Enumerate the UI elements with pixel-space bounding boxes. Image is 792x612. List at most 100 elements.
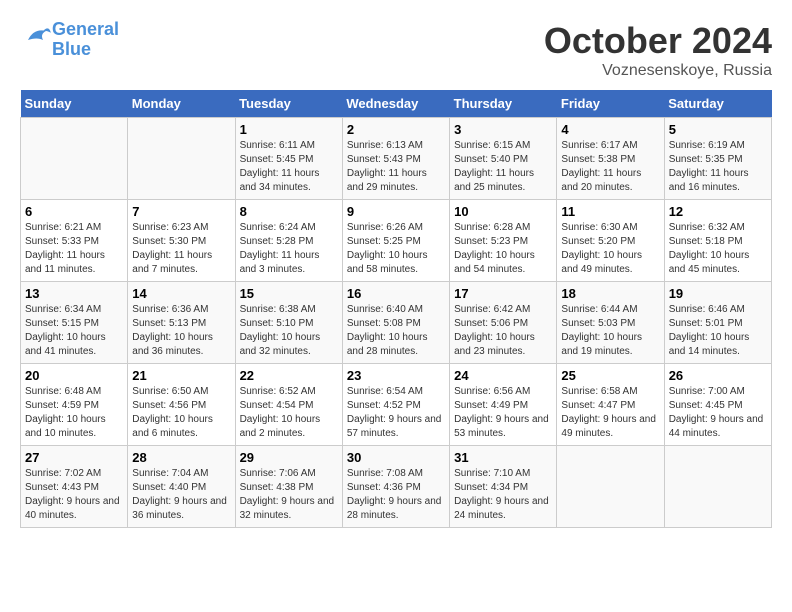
- calendar-cell: 10 Sunrise: 6:28 AMSunset: 5:23 PMDayligh…: [450, 200, 557, 282]
- calendar-cell: 14 Sunrise: 6:36 AMSunset: 5:13 PMDayligh…: [128, 282, 235, 364]
- day-number: 1: [240, 122, 338, 137]
- calendar-cell: 31Sunrise: 7:10 AMSunset: 4:34 PMDayligh…: [450, 446, 557, 528]
- calendar-row-4: 27Sunrise: 7:02 AMSunset: 4:43 PMDayligh…: [21, 446, 772, 528]
- day-info: Sunrise: 7:06 AMSunset: 4:38 PMDaylight:…: [240, 467, 338, 523]
- logo-text: General Blue: [52, 20, 119, 60]
- day-number: 25: [561, 368, 659, 383]
- calendar-cell: [21, 118, 128, 200]
- day-number: 27: [25, 450, 123, 465]
- day-info: Sunrise: 6:38 AMSunset: 5:10 PMDaylight:…: [240, 303, 338, 359]
- day-info: Sunrise: 6:24 AMSunset: 5:28 PMDaylight:…: [240, 221, 338, 277]
- header-sunday: Sunday: [21, 90, 128, 118]
- calendar-header-row: SundayMondayTuesdayWednesdayThursdayFrid…: [21, 90, 772, 118]
- day-info: Sunrise: 6:17 AMSunset: 5:38 PMDaylight:…: [561, 139, 659, 195]
- calendar-row-3: 20 Sunrise: 6:48 AMSunset: 4:59 PMDayligh…: [21, 364, 772, 446]
- calendar-cell: [128, 118, 235, 200]
- day-number: 19: [669, 286, 767, 301]
- calendar-cell: 9Sunrise: 6:26 AMSunset: 5:25 PMDaylight…: [342, 200, 449, 282]
- day-info: Sunrise: 6:28 AMSunset: 5:23 PMDaylight:…: [454, 221, 552, 277]
- calendar-cell: 11 Sunrise: 6:30 AMSunset: 5:20 PMDayligh…: [557, 200, 664, 282]
- day-info: Sunrise: 6:30 AMSunset: 5:20 PMDaylight:…: [561, 221, 659, 277]
- day-number: 15: [240, 286, 338, 301]
- day-number: 16: [347, 286, 445, 301]
- calendar-table: SundayMondayTuesdayWednesdayThursdayFrid…: [20, 90, 772, 528]
- header-tuesday: Tuesday: [235, 90, 342, 118]
- day-number: 9: [347, 204, 445, 219]
- calendar-cell: 4 Sunrise: 6:17 AMSunset: 5:38 PMDaylight…: [557, 118, 664, 200]
- day-number: 14: [132, 286, 230, 301]
- day-number: 28: [132, 450, 230, 465]
- calendar-cell: 2 Sunrise: 6:13 AMSunset: 5:43 PMDaylight…: [342, 118, 449, 200]
- day-info: Sunrise: 6:50 AMSunset: 4:56 PMDaylight:…: [132, 385, 230, 441]
- header-wednesday: Wednesday: [342, 90, 449, 118]
- calendar-cell: [664, 446, 771, 528]
- day-number: 10: [454, 204, 552, 219]
- day-number: 18: [561, 286, 659, 301]
- calendar-row-2: 13Sunrise: 6:34 AMSunset: 5:15 PMDayligh…: [21, 282, 772, 364]
- day-info: Sunrise: 6:56 AMSunset: 4:49 PMDaylight:…: [454, 385, 552, 441]
- calendar-cell: 7 Sunrise: 6:23 AMSunset: 5:30 PMDaylight…: [128, 200, 235, 282]
- day-number: 5: [669, 122, 767, 137]
- day-info: Sunrise: 6:40 AMSunset: 5:08 PMDaylight:…: [347, 303, 445, 359]
- calendar-cell: 19 Sunrise: 6:46 AMSunset: 5:01 PMDayligh…: [664, 282, 771, 364]
- calendar-cell: [557, 446, 664, 528]
- calendar-cell: 16 Sunrise: 6:40 AMSunset: 5:08 PMDayligh…: [342, 282, 449, 364]
- day-info: Sunrise: 6:48 AMSunset: 4:59 PMDaylight:…: [25, 385, 123, 441]
- day-info: Sunrise: 6:44 AMSunset: 5:03 PMDaylight:…: [561, 303, 659, 359]
- calendar-cell: 30Sunrise: 7:08 AMSunset: 4:36 PMDayligh…: [342, 446, 449, 528]
- day-info: Sunrise: 6:54 AMSunset: 4:52 PMDaylight:…: [347, 385, 445, 441]
- calendar-cell: 6 Sunrise: 6:21 AMSunset: 5:33 PMDaylight…: [21, 200, 128, 282]
- day-number: 6: [25, 204, 123, 219]
- location: Voznesenskoye, Russia: [544, 62, 772, 80]
- day-number: 23: [347, 368, 445, 383]
- title-block: October 2024 Voznesenskoye, Russia: [544, 20, 772, 80]
- day-number: 4: [561, 122, 659, 137]
- month-title: October 2024: [544, 20, 772, 62]
- day-number: 12: [669, 204, 767, 219]
- calendar-row-0: 1Sunrise: 6:11 AMSunset: 5:45 PMDaylight…: [21, 118, 772, 200]
- calendar-cell: 1Sunrise: 6:11 AMSunset: 5:45 PMDaylight…: [235, 118, 342, 200]
- day-number: 2: [347, 122, 445, 137]
- header-thursday: Thursday: [450, 90, 557, 118]
- calendar-cell: 8Sunrise: 6:24 AMSunset: 5:28 PMDaylight…: [235, 200, 342, 282]
- day-number: 20: [25, 368, 123, 383]
- day-number: 7: [132, 204, 230, 219]
- day-info: Sunrise: 6:19 AMSunset: 5:35 PMDaylight:…: [669, 139, 767, 195]
- day-info: Sunrise: 6:36 AMSunset: 5:13 PMDaylight:…: [132, 303, 230, 359]
- day-number: 11: [561, 204, 659, 219]
- day-info: Sunrise: 7:00 AMSunset: 4:45 PMDaylight:…: [669, 385, 767, 441]
- day-info: Sunrise: 6:58 AMSunset: 4:47 PMDaylight:…: [561, 385, 659, 441]
- day-number: 26: [669, 368, 767, 383]
- day-info: Sunrise: 6:46 AMSunset: 5:01 PMDaylight:…: [669, 303, 767, 359]
- calendar-cell: 15 Sunrise: 6:38 AMSunset: 5:10 PMDayligh…: [235, 282, 342, 364]
- calendar-cell: 27Sunrise: 7:02 AMSunset: 4:43 PMDayligh…: [21, 446, 128, 528]
- day-number: 24: [454, 368, 552, 383]
- calendar-cell: 18 Sunrise: 6:44 AMSunset: 5:03 PMDayligh…: [557, 282, 664, 364]
- calendar-cell: 23 Sunrise: 6:54 AMSunset: 4:52 PMDayligh…: [342, 364, 449, 446]
- day-number: 31: [454, 450, 552, 465]
- day-number: 21: [132, 368, 230, 383]
- calendar-cell: 21 Sunrise: 6:50 AMSunset: 4:56 PMDayligh…: [128, 364, 235, 446]
- day-number: 3: [454, 122, 552, 137]
- day-info: Sunrise: 6:32 AMSunset: 5:18 PMDaylight:…: [669, 221, 767, 277]
- header-saturday: Saturday: [664, 90, 771, 118]
- logo-icon: [22, 22, 52, 52]
- day-info: Sunrise: 6:21 AMSunset: 5:33 PMDaylight:…: [25, 221, 123, 277]
- day-info: Sunrise: 6:23 AMSunset: 5:30 PMDaylight:…: [132, 221, 230, 277]
- calendar-cell: 29 Sunrise: 7:06 AMSunset: 4:38 PMDayligh…: [235, 446, 342, 528]
- day-info: Sunrise: 7:08 AMSunset: 4:36 PMDaylight:…: [347, 467, 445, 523]
- day-number: 13: [25, 286, 123, 301]
- header-monday: Monday: [128, 90, 235, 118]
- calendar-cell: 22Sunrise: 6:52 AMSunset: 4:54 PMDayligh…: [235, 364, 342, 446]
- page-header: General Blue October 2024 Voznesenskoye,…: [20, 20, 772, 80]
- calendar-cell: 24 Sunrise: 6:56 AMSunset: 4:49 PMDayligh…: [450, 364, 557, 446]
- calendar-cell: 17Sunrise: 6:42 AMSunset: 5:06 PMDayligh…: [450, 282, 557, 364]
- day-info: Sunrise: 6:13 AMSunset: 5:43 PMDaylight:…: [347, 139, 445, 195]
- day-number: 29: [240, 450, 338, 465]
- header-friday: Friday: [557, 90, 664, 118]
- calendar-cell: 20 Sunrise: 6:48 AMSunset: 4:59 PMDayligh…: [21, 364, 128, 446]
- calendar-cell: 5 Sunrise: 6:19 AMSunset: 5:35 PMDaylight…: [664, 118, 771, 200]
- calendar-cell: 28Sunrise: 7:04 AMSunset: 4:40 PMDayligh…: [128, 446, 235, 528]
- day-info: Sunrise: 6:52 AMSunset: 4:54 PMDaylight:…: [240, 385, 338, 441]
- calendar-row-1: 6 Sunrise: 6:21 AMSunset: 5:33 PMDaylight…: [21, 200, 772, 282]
